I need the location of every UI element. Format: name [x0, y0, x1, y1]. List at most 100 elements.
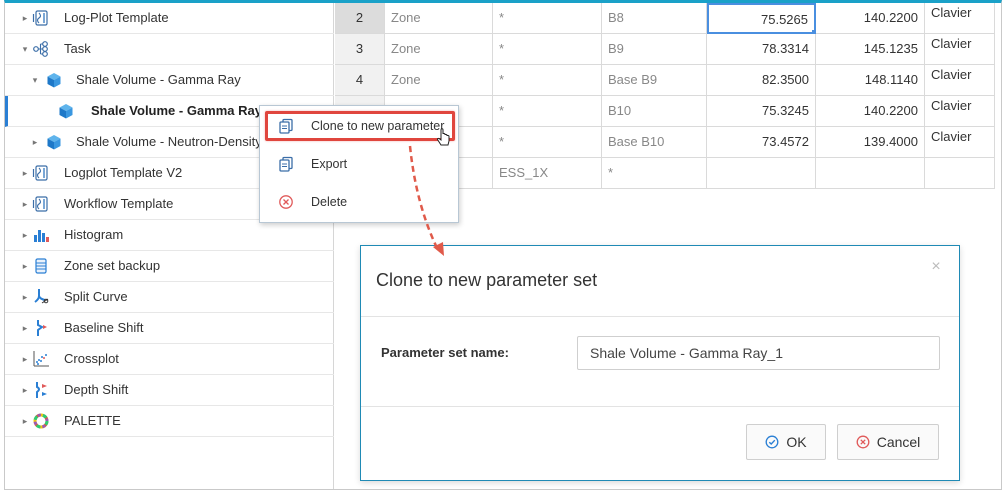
table-cell[interactable]: 2 [335, 3, 385, 34]
tree-item[interactable]: ▸ Baseline Shift [5, 313, 334, 344]
tree-item-label: Workflow Template [64, 196, 174, 211]
log-plot-icon [32, 9, 50, 27]
table-cell[interactable]: Clavier [925, 3, 995, 34]
tree-item[interactable]: ▸ Histogram [5, 220, 334, 251]
table-cell[interactable]: 78.3314 [707, 34, 816, 65]
table-row: 3 Zone * B9 78.3314 145.1235 Clavier [335, 34, 995, 65]
table-cell[interactable]: Zone [385, 3, 493, 34]
cube-icon [45, 71, 63, 89]
tree-item[interactable]: ▸ Split Curve [5, 282, 334, 313]
table-cell[interactable]: Clavier [925, 65, 995, 96]
table-cell[interactable]: ESS_1X [493, 158, 602, 189]
table-cell[interactable]: Clavier [925, 34, 995, 65]
caret-right-icon[interactable]: ▸ [20, 230, 30, 240]
close-icon[interactable]: × [929, 259, 943, 275]
caret-right-icon[interactable]: ▸ [20, 168, 30, 178]
palette-icon [32, 412, 50, 430]
parameter-set-name-input[interactable] [577, 336, 940, 370]
table-cell[interactable]: * [493, 65, 602, 96]
table-cell[interactable]: * [493, 34, 602, 65]
zone-set-icon [32, 257, 50, 275]
caret-right-icon[interactable]: ▸ [20, 292, 30, 302]
crossplot-icon [32, 350, 50, 368]
table-row: 2 Zone * B8 75.5265 140.2200 Clavier [335, 3, 995, 34]
table-cell[interactable]: 140.2200 [816, 96, 925, 127]
tree-item-label: Depth Shift [64, 382, 129, 397]
tree-item-label: Split Curve [64, 289, 128, 304]
table-cell[interactable] [925, 158, 995, 189]
tree-item-label: Baseline Shift [64, 320, 144, 335]
table-cell[interactable]: * [493, 3, 602, 34]
tree-item-label: PALETTE [64, 413, 121, 428]
cancel-button[interactable]: Cancel [837, 424, 939, 460]
caret-right-icon[interactable]: ▸ [20, 416, 30, 426]
table-cell[interactable]: 4 [335, 65, 385, 96]
table-cell[interactable]: 139.4000 [816, 127, 925, 158]
table-cell[interactable]: 145.1235 [816, 34, 925, 65]
table-cell[interactable]: 73.4572 [707, 127, 816, 158]
table-cell[interactable]: 75.3245 [707, 96, 816, 127]
tree-item[interactable]: ▸ Log-Plot Template [5, 3, 334, 34]
table-cell[interactable]: 140.2200 [816, 3, 925, 34]
caret-right-icon[interactable]: ▸ [20, 354, 30, 364]
highlight-box [265, 111, 455, 141]
tree-item[interactable]: ▾ Task [5, 34, 334, 65]
tree-item-label: Shale Volume - Gamma Ray [91, 103, 262, 118]
tree-item-label: Logplot Template V2 [64, 165, 183, 180]
tree-item[interactable]: ▸ Zone set backup [5, 251, 334, 282]
table-cell[interactable]: 75.5265 [707, 3, 816, 34]
tree-item[interactable]: ▸ PALETTE [5, 406, 334, 437]
table-cell[interactable]: Zone [385, 65, 493, 96]
table-cell[interactable]: Clavier [925, 127, 995, 158]
caret-right-icon[interactable]: ▸ [20, 199, 30, 209]
cube-icon [57, 102, 75, 120]
menu-item-delete[interactable]: Delete [260, 186, 458, 218]
caret-right-icon[interactable]: ▸ [30, 137, 40, 147]
table-cell[interactable]: Clavier [925, 96, 995, 127]
table-cell[interactable]: B10 [602, 96, 707, 127]
split-curve-icon [32, 288, 50, 306]
tree-panel: ▸ Log-Plot Template ▾ Task ▾ Shale Volume - G… [5, 3, 334, 489]
table-row: 4 Zone * Base B9 82.3500 148.1140 Clavier [335, 65, 995, 96]
tree-item-label: Task [64, 41, 91, 56]
caret-right-icon[interactable]: ▸ [20, 323, 30, 333]
table-cell[interactable] [816, 158, 925, 189]
tree-item-label: Histogram [64, 227, 124, 242]
tree-item-label: Zone set backup [64, 258, 161, 273]
caret-down-icon[interactable]: ▾ [20, 44, 30, 54]
log-plot-icon [32, 164, 50, 182]
caret-down-icon[interactable]: ▾ [30, 75, 40, 85]
table-cell[interactable]: 82.3500 [707, 65, 816, 96]
table-cell[interactable]: * [493, 127, 602, 158]
caret-right-icon[interactable]: ▸ [20, 261, 30, 271]
cube-icon [45, 133, 63, 151]
histogram-icon [32, 226, 50, 244]
table-cell[interactable]: 3 [335, 34, 385, 65]
tree-item[interactable]: ▸ Depth Shift [5, 375, 334, 406]
table-cell[interactable]: Base B10 [602, 127, 707, 158]
tree-item[interactable]: ▸ Crossplot [5, 344, 334, 375]
table-cell[interactable]: Base B9 [602, 65, 707, 96]
tree-item-label: Crossplot [64, 351, 119, 366]
table-cell[interactable] [707, 158, 816, 189]
dialog-title: Clone to new parameter set [376, 270, 598, 290]
tree-item[interactable]: ▾ Shale Volume - Gamma Ray [5, 65, 334, 96]
caret-right-icon[interactable]: ▸ [20, 385, 30, 395]
ok-button[interactable]: OK [746, 424, 826, 460]
ok-label: OK [786, 434, 807, 450]
parameter-set-name-label: Parameter set name: [381, 345, 509, 360]
baseline-shift-icon [32, 319, 50, 337]
table-cell[interactable]: 148.1140 [816, 65, 925, 96]
menu-item-export[interactable]: Export [260, 148, 458, 180]
tree-item-label: Shale Volume - Neutron-Density [76, 134, 262, 149]
divider [361, 406, 959, 407]
tree-item-label: Log-Plot Template [64, 10, 169, 25]
table-cell[interactable]: B9 [602, 34, 707, 65]
divider [361, 316, 959, 317]
table-cell[interactable]: * [493, 96, 602, 127]
table-cell[interactable]: B8 [602, 3, 707, 34]
table-cell[interactable]: * [602, 158, 707, 189]
caret-right-icon[interactable]: ▸ [20, 13, 30, 23]
export-icon [279, 156, 293, 172]
table-cell[interactable]: Zone [385, 34, 493, 65]
